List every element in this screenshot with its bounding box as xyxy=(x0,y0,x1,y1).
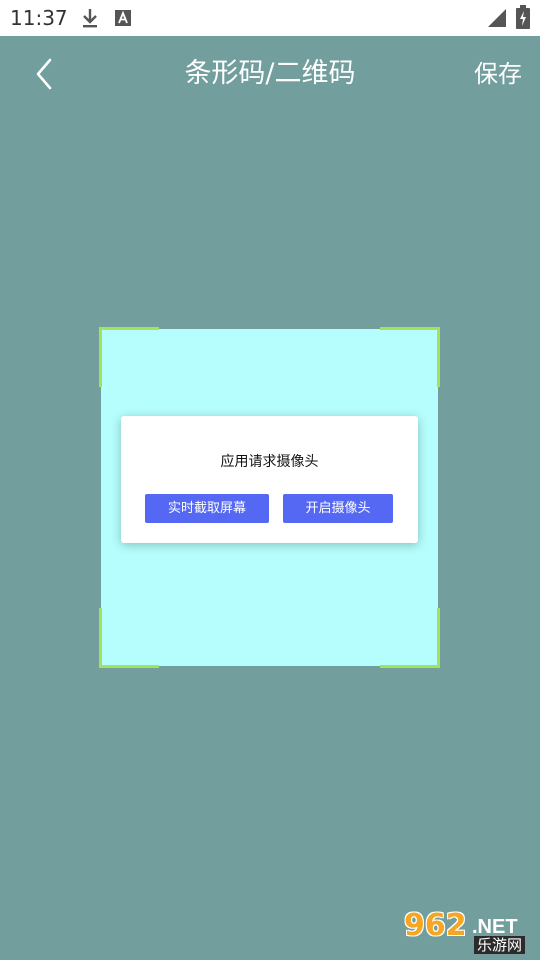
watermark-chinese: 乐游网 xyxy=(474,936,526,954)
status-bar: 11:37 xyxy=(0,0,540,36)
capture-screen-button[interactable]: 实时截取屏幕 xyxy=(145,494,269,523)
signal-icon xyxy=(487,8,507,32)
camera-permission-dialog: 应用请求摄像头 实时截取屏幕 开启摄像头 xyxy=(121,416,418,543)
scan-corner-top-right xyxy=(380,327,440,387)
page-title: 条形码/二维码 xyxy=(184,58,356,89)
dialog-message: 应用请求摄像头 xyxy=(220,454,319,470)
open-camera-button[interactable]: 开启摄像头 xyxy=(283,494,393,523)
scan-corner-top-left xyxy=(99,327,159,387)
battery-icon xyxy=(516,5,530,33)
a-badge-icon xyxy=(114,9,132,31)
scan-corner-bottom-left xyxy=(99,608,159,668)
watermark-logo: 962 .NET 乐游网 xyxy=(400,908,536,956)
scan-corner-bottom-right xyxy=(380,608,440,668)
download-icon xyxy=(80,7,100,33)
watermark-number: 962 xyxy=(404,908,467,943)
status-time: 11:37 xyxy=(10,6,68,30)
save-button[interactable]: 保存 xyxy=(474,56,522,92)
app-bar: 条形码/二维码 保存 xyxy=(0,36,540,112)
